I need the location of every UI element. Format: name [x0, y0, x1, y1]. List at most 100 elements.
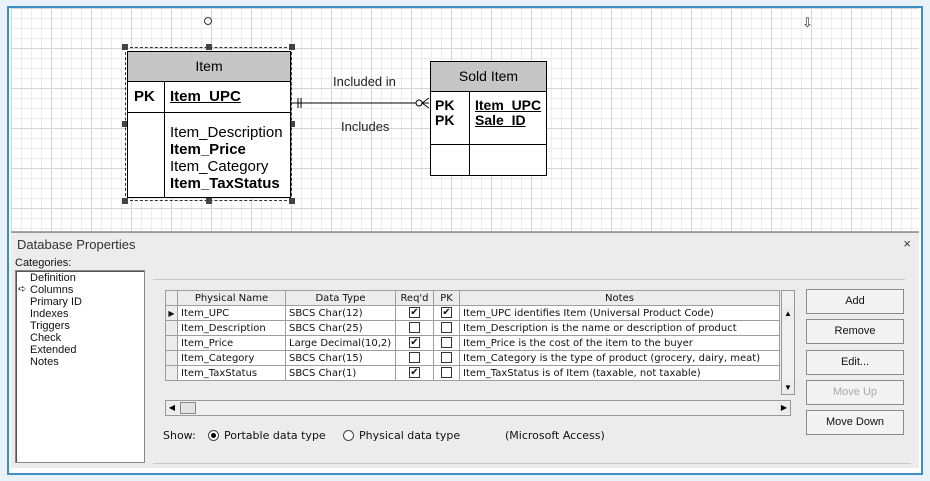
- table-row[interactable]: Item_TaxStatus SBCS Char(1) ✔ Item_TaxSt…: [165, 365, 780, 381]
- scroll-down-icon[interactable]: ▼: [782, 382, 794, 394]
- reqd-checkbox[interactable]: [409, 352, 420, 364]
- cell-notes[interactable]: Item_Description is the name or descript…: [459, 320, 780, 336]
- diagram-canvas[interactable]: ⇩ Item PK Item_UPC Item_Description Item…: [11, 8, 919, 232]
- category-notes[interactable]: Notes: [16, 356, 144, 368]
- scroll-up-icon[interactable]: ▲: [782, 308, 794, 320]
- selected-arrow-icon: ➪: [18, 284, 27, 295]
- cell-pk[interactable]: ✔: [433, 305, 460, 321]
- table-row[interactable]: ▶ Item_UPC SBCS Char(12) ✔ ✔ Item_UPC id…: [165, 305, 780, 321]
- remove-button[interactable]: Remove: [806, 319, 904, 344]
- pk-checkbox[interactable]: [441, 337, 452, 349]
- reqd-checkbox[interactable]: [409, 322, 420, 334]
- cell-notes[interactable]: Item_Price is the cost of the item to th…: [459, 335, 780, 351]
- entity-divider: [469, 92, 470, 175]
- selection-handle[interactable]: [122, 44, 128, 50]
- vertical-scrollbar[interactable]: ▲ ▼: [781, 290, 795, 395]
- cell-data-type[interactable]: SBCS Char(12): [285, 305, 396, 321]
- row-pointer-icon: ▶: [165, 305, 178, 321]
- cell-data-type[interactable]: SBCS Char(25): [285, 320, 396, 336]
- pk-checkbox[interactable]: [441, 322, 452, 334]
- cell-notes[interactable]: Item_Category is the type of product (gr…: [459, 350, 780, 366]
- relationship-label-includes: Includes: [341, 119, 390, 134]
- row-selector: [165, 320, 178, 336]
- category-triggers[interactable]: Triggers: [16, 320, 144, 332]
- pk-checkbox[interactable]: [441, 367, 452, 379]
- portable-radio[interactable]: [208, 430, 219, 441]
- edit-button[interactable]: Edit...: [806, 350, 904, 375]
- close-icon[interactable]: ×: [903, 236, 911, 251]
- scroll-left-icon[interactable]: ◀: [166, 402, 178, 414]
- categories-list[interactable]: Definition ➪ Columns Primary ID Indexes …: [15, 270, 145, 463]
- add-button[interactable]: Add: [806, 289, 904, 314]
- cell-data-type[interactable]: Large Decimal(10,2): [285, 335, 396, 351]
- show-label: Show:: [163, 429, 196, 442]
- cell-notes[interactable]: Item_TaxStatus is of Item (taxable, not …: [459, 365, 780, 381]
- relationship-connector[interactable]: [291, 96, 436, 110]
- category-label: Indexes: [30, 308, 69, 320]
- table-row[interactable]: Item_Description SBCS Char(25) Item_Desc…: [165, 320, 780, 336]
- reqd-checkbox[interactable]: ✔: [409, 367, 420, 379]
- row-selector: [165, 365, 178, 381]
- column-header-notes[interactable]: Notes: [459, 290, 780, 306]
- table-row[interactable]: Item_Price Large Decimal(10,2) ✔ Item_Pr…: [165, 335, 780, 351]
- cell-physical-name[interactable]: Item_Description: [177, 320, 286, 336]
- selection-handle[interactable]: [122, 198, 128, 204]
- selection-handle[interactable]: [206, 198, 212, 204]
- cell-data-type[interactable]: SBCS Char(1): [285, 365, 396, 381]
- cell-pk[interactable]: [433, 350, 460, 366]
- cell-pk[interactable]: [433, 335, 460, 351]
- category-primary-id[interactable]: Primary ID: [16, 296, 144, 308]
- entity-divider: [431, 144, 546, 145]
- table-row[interactable]: Item_Category SBCS Char(15) Item_Categor…: [165, 350, 780, 366]
- entity-divider: [128, 112, 290, 113]
- scroll-right-icon[interactable]: ▶: [778, 402, 790, 414]
- pk-checkbox[interactable]: [441, 352, 452, 364]
- entity-divider: [164, 82, 165, 197]
- column-header-reqd[interactable]: Req'd: [395, 290, 434, 306]
- cell-pk[interactable]: [433, 365, 460, 381]
- cell-reqd[interactable]: ✔: [395, 305, 434, 321]
- cell-reqd[interactable]: ✔: [395, 365, 434, 381]
- entity-item[interactable]: Item PK Item_UPC Item_Description Item_P…: [127, 51, 291, 198]
- selection-handle[interactable]: [206, 44, 212, 50]
- physical-label[interactable]: Physical data type: [359, 429, 460, 442]
- category-indexes[interactable]: Indexes: [16, 308, 144, 320]
- category-columns[interactable]: ➪ Columns: [16, 284, 144, 296]
- cell-physical-name[interactable]: Item_Price: [177, 335, 286, 351]
- reqd-checkbox[interactable]: ✔: [409, 337, 420, 349]
- cell-physical-name[interactable]: Item_UPC: [177, 305, 286, 321]
- columns-grid[interactable]: Physical Name Data Type Req'd PK Notes ▶…: [165, 290, 781, 400]
- cell-reqd[interactable]: ✔: [395, 335, 434, 351]
- cell-reqd[interactable]: [395, 320, 434, 336]
- category-check[interactable]: Check: [16, 332, 144, 344]
- entity-sold-item[interactable]: Sold Item PK PK Item_UPC Sale_ID: [430, 61, 547, 176]
- portable-label[interactable]: Portable data type: [224, 429, 326, 442]
- category-extended[interactable]: Extended: [16, 344, 144, 356]
- move-up-button[interactable]: Move Up: [806, 380, 904, 405]
- cell-physical-name[interactable]: Item_Category: [177, 350, 286, 366]
- pk-label: PK: [435, 112, 455, 128]
- move-down-button[interactable]: Move Down: [806, 410, 904, 435]
- scroll-thumb[interactable]: [180, 402, 196, 414]
- reqd-checkbox[interactable]: ✔: [409, 307, 420, 319]
- cell-notes[interactable]: Item_UPC identifies Item (Universal Prod…: [459, 305, 780, 321]
- selection-handle[interactable]: [289, 198, 295, 204]
- horizontal-scrollbar[interactable]: ◀ ▶: [165, 400, 791, 416]
- cell-data-type[interactable]: SBCS Char(15): [285, 350, 396, 366]
- entity-item-title: Item: [128, 52, 290, 82]
- divider: [153, 279, 905, 280]
- cell-pk[interactable]: [433, 320, 460, 336]
- column-header-data-type[interactable]: Data Type: [285, 290, 396, 306]
- pk-checkbox[interactable]: ✔: [441, 307, 452, 319]
- column-header-pk[interactable]: PK: [433, 290, 460, 306]
- rotation-handle[interactable]: [204, 17, 212, 25]
- category-definition[interactable]: Definition: [16, 272, 144, 284]
- selection-handle[interactable]: [289, 44, 295, 50]
- categories-label: Categories:: [15, 257, 72, 269]
- physical-radio[interactable]: [343, 430, 354, 441]
- pk-label: PK: [134, 88, 155, 105]
- category-label: Primary ID: [30, 296, 82, 308]
- cell-reqd[interactable]: [395, 350, 434, 366]
- column-header-physical-name[interactable]: Physical Name: [177, 290, 286, 306]
- cell-physical-name[interactable]: Item_TaxStatus: [177, 365, 286, 381]
